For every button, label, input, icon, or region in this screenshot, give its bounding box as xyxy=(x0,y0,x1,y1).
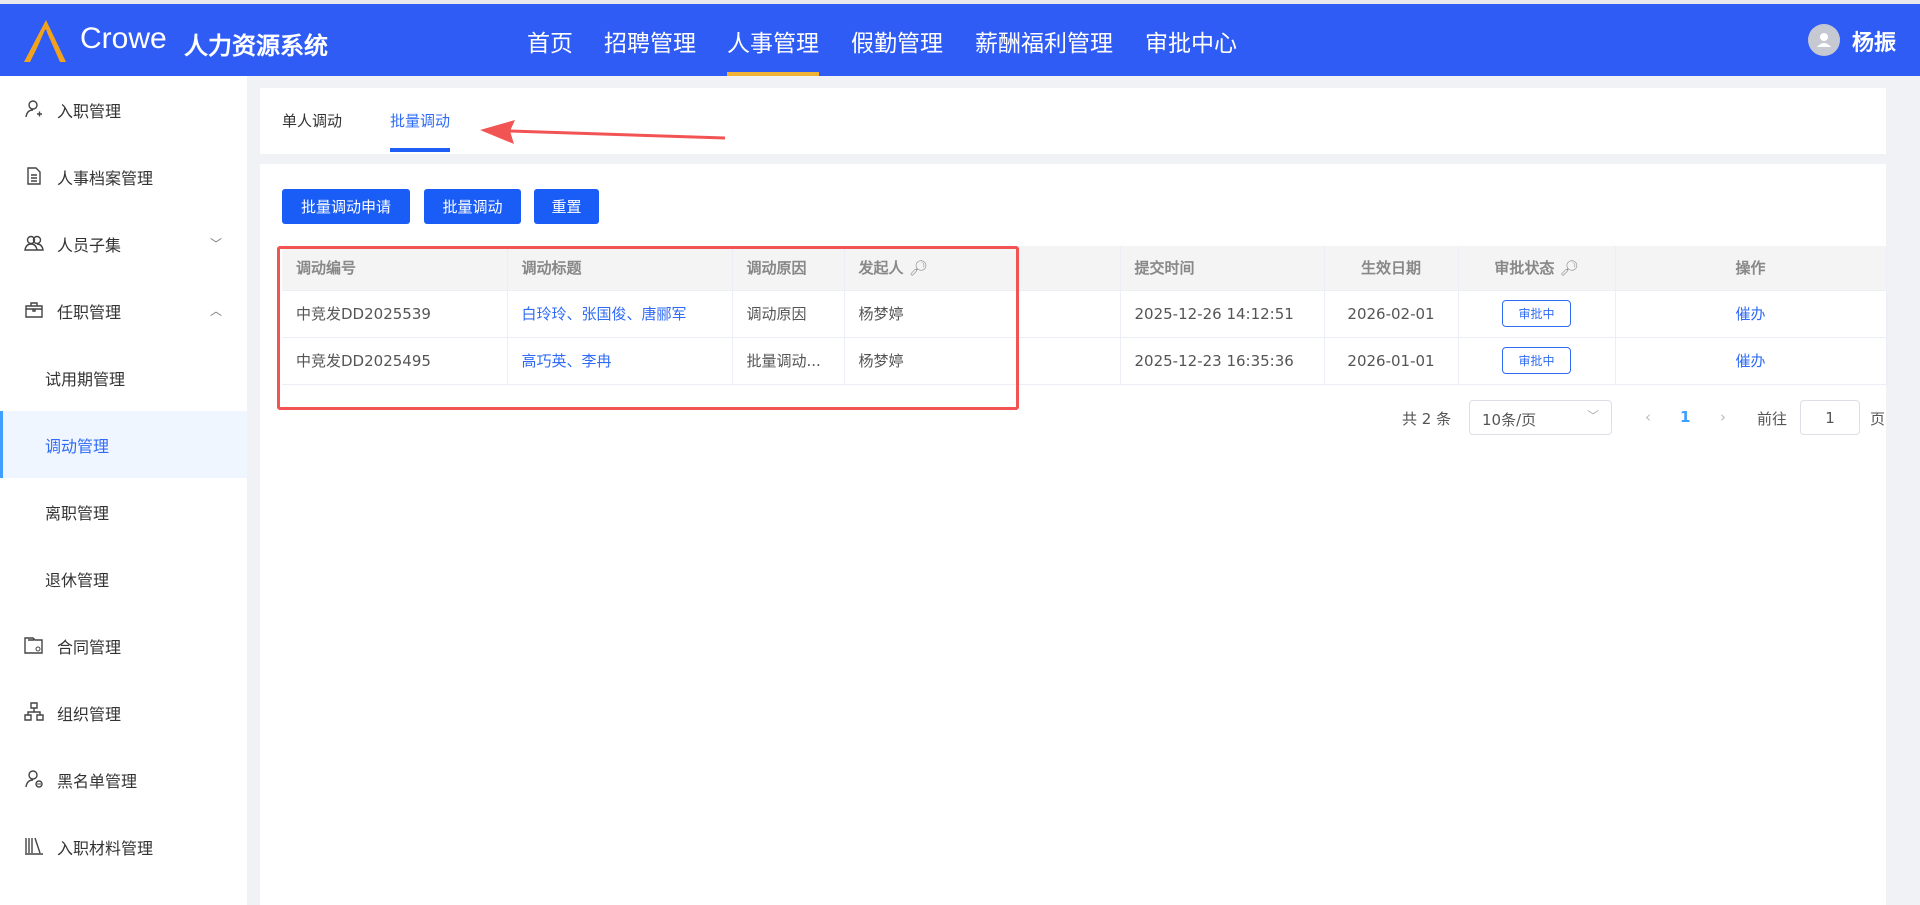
sidebar-item-onboarding[interactable]: 入职管理 xyxy=(0,76,247,143)
chevron-up-icon: ︿ xyxy=(210,304,223,318)
sidebar-item-resignation[interactable]: 离职管理 xyxy=(0,478,247,545)
sidebar-item-subsets[interactable]: 人员子集 ﹀ xyxy=(0,210,247,277)
crowe-logo-icon xyxy=(24,20,66,63)
cell-effective: 2026-02-01 xyxy=(1324,290,1459,338)
sidebar: 入职管理 人事档案管理 人员子集 ﹀ 任职管理 ︿ 试用期管理 调动管理 离职管理 … xyxy=(0,76,247,905)
sidebar-item-materials[interactable]: 入职材料管理 xyxy=(0,813,247,880)
sidebar-item-organization[interactable]: 组织管理 xyxy=(0,679,247,746)
user-block-icon xyxy=(25,770,43,788)
sidebar-item-transfer[interactable]: 调动管理 xyxy=(0,411,247,478)
cell-status: 审批中 xyxy=(1458,337,1616,385)
avatar[interactable] xyxy=(1808,24,1840,56)
col-status[interactable]: 审批状态 🔎︎ xyxy=(1458,246,1616,291)
sidebar-item-blacklist[interactable]: 黑名单管理 xyxy=(0,746,247,813)
nav-personnel[interactable]: 人事管理 xyxy=(727,24,819,76)
sidebar-item-probation[interactable]: 试用期管理 xyxy=(0,344,247,411)
prev-page-icon[interactable]: ‹ xyxy=(1645,408,1651,426)
search-icon[interactable]: 🔎︎ xyxy=(1560,259,1579,277)
batch-transfer-button[interactable]: 批量调动 xyxy=(424,189,521,224)
tab-batch-transfer[interactable]: 批量调动 xyxy=(390,110,451,152)
chevron-down-icon: ﹀ xyxy=(210,237,223,251)
sidebar-item-records[interactable]: 人事档案管理 xyxy=(0,143,247,210)
col-status-label: 审批状态 xyxy=(1494,259,1555,278)
page-size-select[interactable]: 10条/页 ﹀ xyxy=(1469,400,1612,435)
cell-status: 审批中 xyxy=(1458,290,1616,338)
page-size-value: 10条/页 xyxy=(1482,411,1537,429)
users-icon xyxy=(24,235,44,251)
sidebar-item-retirement[interactable]: 退休管理 xyxy=(0,545,247,612)
col-submitted: 提交时间 xyxy=(1120,246,1325,291)
cell-submitted: 2025-12-26 14:12:51 xyxy=(1120,290,1325,338)
sidebar-item-label: 人事档案管理 xyxy=(57,168,154,188)
tab-single-transfer[interactable]: 单人调动 xyxy=(282,110,342,131)
cell-effective: 2026-01-01 xyxy=(1324,337,1459,385)
books-icon xyxy=(25,837,43,855)
brand-name: Crowe xyxy=(80,22,167,55)
sidebar-item-label: 人员子集 xyxy=(57,235,122,255)
annotation-arrow xyxy=(480,120,726,144)
urge-link[interactable]: 催办 xyxy=(1615,290,1887,338)
system-title: 人力资源系统 xyxy=(184,32,328,60)
annotation-highlight-box xyxy=(277,246,1019,410)
nav-home[interactable]: 首页 xyxy=(527,24,573,76)
org-chart-icon xyxy=(24,702,44,721)
sidebar-item-label: 组织管理 xyxy=(57,704,122,724)
status-badge: 审批中 xyxy=(1502,300,1571,327)
sidebar-item-label: 退休管理 xyxy=(45,570,110,590)
next-page-icon[interactable]: › xyxy=(1720,408,1726,426)
nav-approval[interactable]: 审批中心 xyxy=(1145,24,1237,76)
sidebar-item-label: 任职管理 xyxy=(57,302,122,322)
goto-label: 前往 xyxy=(1757,410,1788,428)
batch-transfer-apply-button[interactable]: 批量调动申请 xyxy=(282,189,410,224)
user-icon xyxy=(1817,33,1831,47)
nav-recruitment[interactable]: 招聘管理 xyxy=(604,24,696,76)
goto-page-input[interactable]: 1 xyxy=(1800,400,1860,435)
status-badge: 审批中 xyxy=(1502,347,1571,374)
sidebar-item-contract[interactable]: 合同管理 xyxy=(0,612,247,679)
cell-submitted: 2025-12-23 16:35:36 xyxy=(1120,337,1325,385)
document-icon xyxy=(27,167,41,185)
nav-attendance[interactable]: 假勤管理 xyxy=(851,24,943,76)
col-effective: 生效日期 xyxy=(1324,246,1459,291)
sidebar-item-label: 黑名单管理 xyxy=(57,771,138,791)
chevron-down-icon: ﹀ xyxy=(1586,409,1599,423)
nav-payroll[interactable]: 薪酬福利管理 xyxy=(975,24,1113,76)
sidebar-item-label: 试用期管理 xyxy=(45,369,126,389)
sidebar-item-label: 入职管理 xyxy=(57,101,122,121)
col-action: 操作 xyxy=(1615,246,1887,291)
sidebar-item-label: 离职管理 xyxy=(45,503,110,523)
top-header: Crowe 人力资源系统 首页 招聘管理 人事管理 假勤管理 薪酬福利管理 审批… xyxy=(0,4,1920,76)
contract-folder-icon xyxy=(24,637,43,654)
reset-button[interactable]: 重置 xyxy=(534,189,599,224)
sidebar-item-label: 合同管理 xyxy=(57,637,122,657)
user-name[interactable]: 杨振 xyxy=(1852,25,1896,57)
sidebar-item-label: 调动管理 xyxy=(45,436,110,456)
user-add-icon xyxy=(25,100,42,118)
sidebar-item-label: 入职材料管理 xyxy=(57,838,154,858)
page-suffix: 页 xyxy=(1870,410,1886,428)
sidebar-item-appointment[interactable]: 任职管理 ︿ xyxy=(0,277,247,344)
page-1[interactable]: 1 xyxy=(1680,408,1690,426)
pagination-total: 共 2 条 xyxy=(1402,410,1452,428)
urge-link[interactable]: 催办 xyxy=(1615,337,1887,385)
briefcase-icon xyxy=(25,302,43,318)
